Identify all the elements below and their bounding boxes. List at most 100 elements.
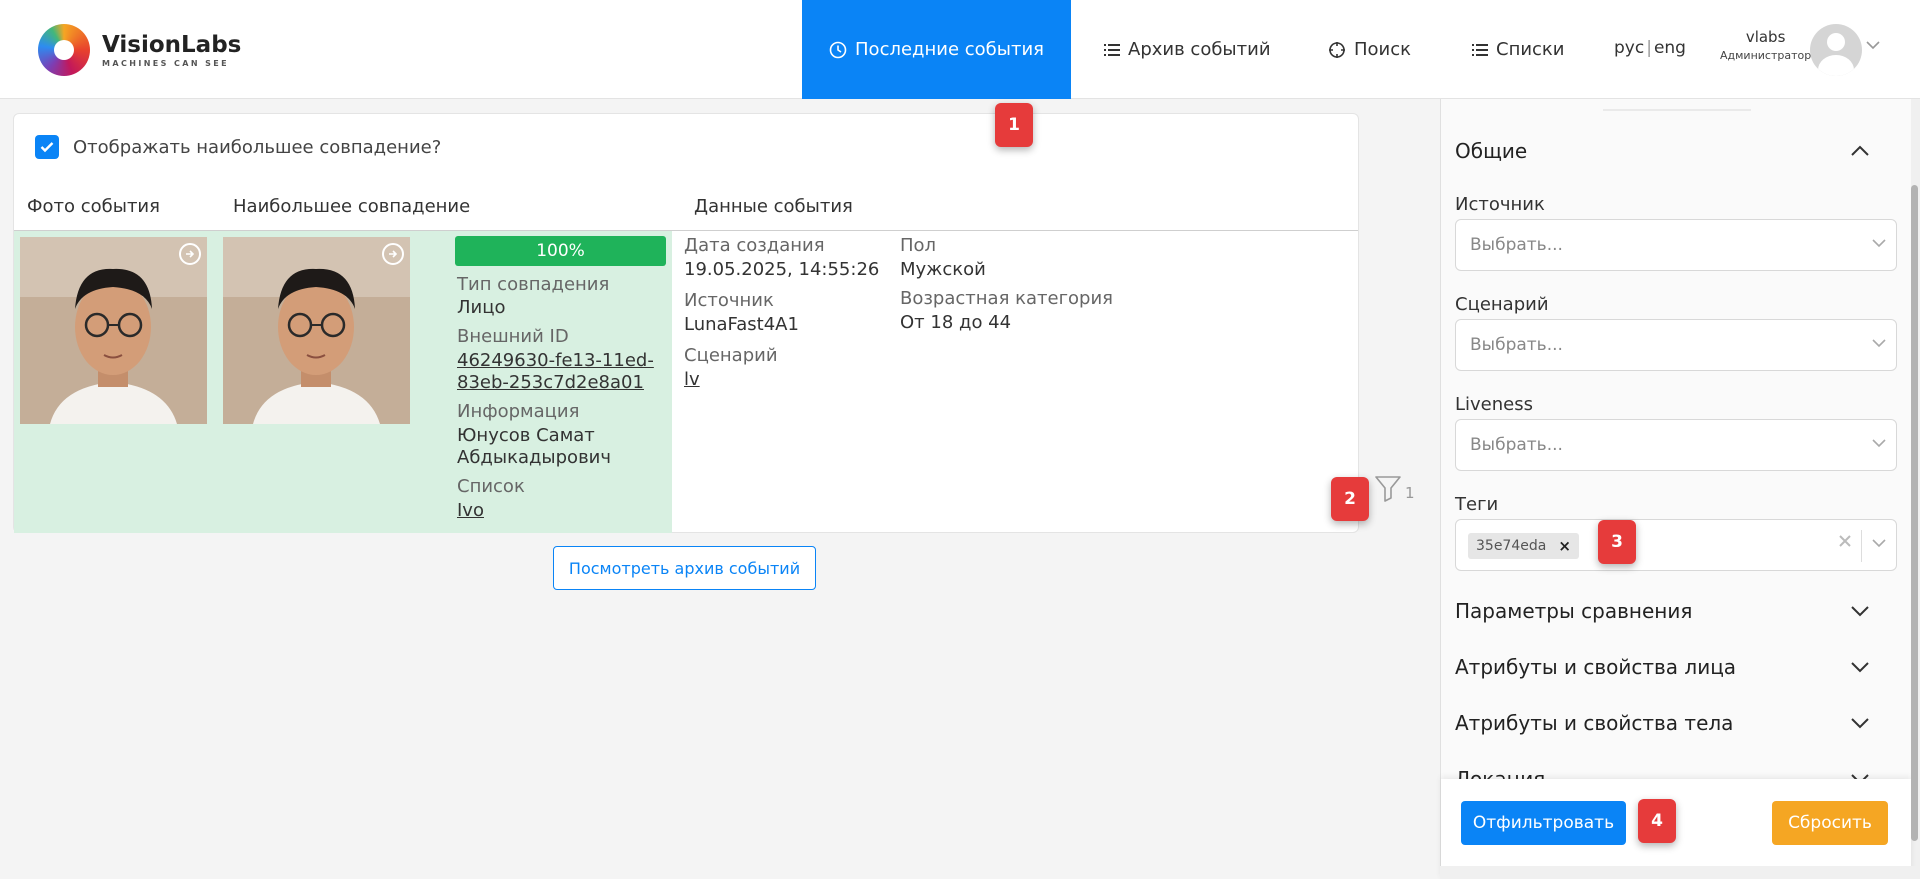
source-select[interactable]: Выбрать...	[1455, 219, 1897, 271]
tag-chip-label: 35e74eda	[1476, 538, 1547, 554]
filter-panel-content: Общие Источник Выбрать... Сценарий Выбра…	[1441, 99, 1911, 779]
open-photo-icon[interactable]	[179, 243, 201, 265]
external-id-label: Внешний ID	[457, 326, 569, 347]
source-select-placeholder: Выбрать...	[1470, 235, 1563, 255]
best-match-photo[interactable]	[223, 237, 410, 424]
match-type-value: Лицо	[457, 297, 506, 318]
chevron-down-icon	[1872, 339, 1886, 348]
face-photo	[20, 237, 207, 424]
show-best-match-toggle[interactable]: Отображать наибольшее совпадение?	[35, 135, 441, 159]
logo-mark-icon	[38, 24, 90, 76]
panel-horizontal-scrollbar[interactable]	[1440, 866, 1920, 879]
tag-chip: 35e74eda ×	[1468, 533, 1579, 559]
chevron-down-icon	[1872, 439, 1886, 448]
liveness-select-placeholder: Выбрать...	[1470, 435, 1563, 455]
info-value-line1: Юнусов Самат	[457, 425, 595, 446]
annotation-badge-2: 2	[1331, 477, 1369, 521]
filter-icon[interactable]	[1373, 473, 1403, 503]
tab-event-archive-label: Архив событий	[1128, 39, 1271, 60]
user-name: vlabs	[1745, 28, 1786, 46]
tags-divider	[1861, 530, 1862, 562]
list-icon	[1472, 43, 1488, 56]
external-id-link-line2[interactable]: 83eb-253c7d2e8a01	[457, 372, 644, 393]
list-link[interactable]: Ivo	[457, 500, 484, 521]
tab-search-label: Поиск	[1354, 39, 1412, 60]
user-info[interactable]: vlabs Администратор	[1720, 28, 1811, 62]
filter-count: 1	[1405, 484, 1415, 502]
tab-recent-events-label: Последние события	[855, 39, 1044, 60]
source-filter-label: Источник	[1455, 194, 1545, 215]
filter-panel: Общие Источник Выбрать... Сценарий Выбра…	[1440, 99, 1920, 879]
tab-event-archive[interactable]: Архив событий	[1104, 0, 1271, 99]
tags-filter-label: Теги	[1455, 494, 1499, 515]
remove-tag-icon[interactable]: ×	[1558, 537, 1571, 555]
top-header: VisionLabs MACHINES CAN SEE Последние со…	[0, 0, 1920, 99]
tab-lists-label: Списки	[1496, 39, 1565, 60]
section-compare-params[interactable]: Параметры сравнения	[1455, 599, 1692, 623]
created-label: Дата создания	[684, 235, 825, 256]
section-body-attributes[interactable]: Атрибуты и свойства тела	[1455, 711, 1733, 735]
scenario-select[interactable]: Выбрать...	[1455, 319, 1897, 371]
chevron-down-icon[interactable]	[1850, 605, 1870, 617]
apply-filter-button[interactable]: Отфильтровать	[1461, 801, 1626, 845]
list-icon	[1104, 43, 1120, 56]
chevron-down-icon[interactable]	[1850, 717, 1870, 729]
panel-scrollbar-thumb[interactable]	[1911, 185, 1918, 841]
liveness-select[interactable]: Выбрать...	[1455, 419, 1897, 471]
annotation-badge-1: 1	[995, 103, 1033, 147]
clear-icon[interactable]	[1838, 534, 1852, 548]
column-header-event-data: Данные события	[694, 196, 853, 217]
scenario-label: Сценарий	[684, 345, 778, 366]
filter-panel-footer: Отфильтровать Сбросить	[1441, 779, 1911, 879]
age-value: От 18 до 44	[900, 312, 1012, 333]
column-header-photo: Фото события	[27, 196, 160, 217]
open-photo-icon[interactable]	[382, 243, 404, 265]
liveness-filter-label: Liveness	[1455, 394, 1533, 415]
chevron-down-icon[interactable]	[1872, 538, 1886, 548]
source-value: LunaFast4A1	[684, 314, 799, 335]
vision-labs-logo[interactable]: VisionLabs MACHINES CAN SEE	[38, 24, 241, 76]
gender-label: Пол	[900, 235, 937, 256]
scenario-link[interactable]: lv	[684, 369, 700, 390]
external-id-link-line1[interactable]: 46249630-fe13-11ed-	[457, 350, 654, 371]
source-label: Источник	[684, 290, 774, 311]
logo-subtitle: MACHINES CAN SEE	[102, 58, 230, 68]
logo-title: VisionLabs	[102, 31, 242, 58]
check-icon	[40, 142, 54, 153]
tab-search[interactable]: Поиск	[1328, 0, 1411, 99]
recent-events-card: Отображать наибольшее совпадение? Фото с…	[13, 113, 1359, 533]
lang-en[interactable]: eng	[1654, 38, 1686, 58]
reset-filter-button[interactable]: Сбросить	[1772, 801, 1888, 845]
annotation-badge-4: 4	[1638, 799, 1676, 843]
created-value: 19.05.2025, 14:55:26	[684, 259, 880, 280]
lang-ru[interactable]: рус	[1614, 38, 1644, 58]
scenario-filter-label: Сценарий	[1455, 294, 1549, 315]
show-best-match-checkbox[interactable]	[35, 135, 59, 159]
gender-value: Мужской	[900, 259, 986, 280]
similarity-badge: 100%	[455, 236, 666, 266]
section-location[interactable]: Локация	[1455, 767, 1545, 779]
tab-lists[interactable]: Списки	[1472, 0, 1565, 99]
info-label: Информация	[457, 401, 580, 422]
show-best-match-label: Отображать наибольшее совпадение?	[73, 136, 442, 158]
tags-select[interactable]: 35e74eda ×	[1455, 519, 1897, 571]
scenario-select-placeholder: Выбрать...	[1470, 335, 1563, 355]
list-label: Список	[457, 476, 525, 497]
avatar[interactable]	[1810, 24, 1862, 76]
language-switcher: рус | eng	[1614, 38, 1686, 58]
clock-icon	[829, 41, 847, 58]
info-value-line2: Абдыкадырович	[457, 447, 612, 468]
annotation-badge-3: 3	[1598, 520, 1636, 564]
section-face-attributes[interactable]: Атрибуты и свойства лица	[1455, 655, 1736, 679]
match-type-label: Тип совпадения	[457, 274, 610, 295]
column-header-best-match: Наибольшее совпадение	[233, 196, 471, 217]
age-label: Возрастная категория	[900, 288, 1114, 309]
panel-tab-indicator	[1603, 109, 1751, 111]
view-archive-button[interactable]: Посмотреть архив событий	[553, 546, 816, 590]
chevron-down-icon[interactable]	[1866, 40, 1880, 50]
chevron-down-icon[interactable]	[1850, 661, 1870, 673]
tab-recent-events[interactable]: Последние события	[802, 0, 1071, 99]
chevron-up-icon[interactable]	[1850, 145, 1870, 157]
event-photo[interactable]	[20, 237, 207, 424]
section-general-title[interactable]: Общие	[1455, 139, 1527, 163]
